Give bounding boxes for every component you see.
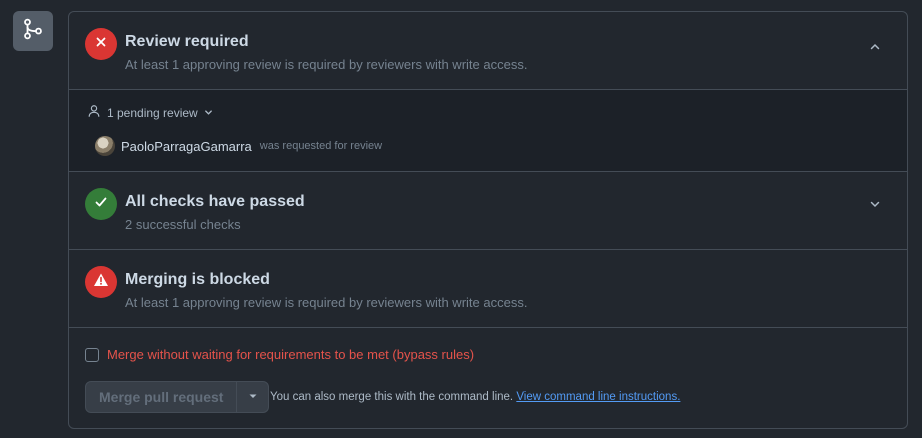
reviewer-note: was requested for review [259, 140, 383, 152]
merge-blocked-subtitle: At least 1 approving review is required … [125, 295, 528, 310]
checks-status-badge [85, 188, 117, 220]
checks-title: All checks have passed [125, 193, 305, 210]
command-line-text: You can also merge this with the command… [270, 391, 514, 403]
checks-subtitle: 2 successful checks [125, 217, 241, 232]
blocked-status-badge [85, 266, 117, 298]
triangle-down-icon [204, 106, 213, 120]
alert-icon [93, 272, 109, 293]
merge-box: Review required At least 1 approving rev… [68, 11, 908, 429]
pending-reviews-label: 1 pending review [107, 105, 198, 120]
git-branch-icon [22, 18, 44, 45]
review-required-section: Review required At least 1 approving rev… [69, 12, 907, 90]
command-line-instructions-link[interactable]: View command line instructions. [516, 391, 680, 403]
merge-options-dropdown[interactable] [237, 381, 270, 413]
reviewer-name[interactable]: PaoloParragaGamarra [121, 139, 252, 154]
pending-reviews-section: 1 pending review PaoloParragaGamarra was… [69, 90, 907, 172]
command-line-hint: You can also merge this with the command… [270, 391, 680, 403]
merge-controls-section: Merge without waiting for requirements t… [69, 328, 907, 428]
bypass-rules-checkbox[interactable] [85, 347, 99, 362]
review-status-badge [85, 28, 117, 60]
chevron-up-icon [869, 40, 881, 58]
check-icon [94, 195, 108, 214]
merge-pull-request-button[interactable]: Merge pull request [85, 381, 238, 413]
requested-reviewer: PaoloParragaGamarra was requested for re… [95, 136, 382, 156]
x-icon [95, 35, 107, 53]
chevron-down-icon [869, 197, 881, 215]
git-branch-badge [13, 11, 53, 51]
avatar[interactable] [95, 136, 115, 156]
merge-blocked-title: Merging is blocked [125, 271, 270, 288]
merge-blocked-section: Merging is blocked At least 1 approving … [69, 250, 907, 328]
triangle-down-icon [248, 388, 258, 406]
review-required-title: Review required [125, 33, 249, 50]
collapse-review-button[interactable] [865, 39, 885, 59]
checks-section: All checks have passed 2 successful chec… [69, 172, 907, 250]
bypass-rules-option[interactable]: Merge without waiting for requirements t… [85, 347, 474, 362]
person-icon [87, 104, 101, 121]
pending-reviews-toggle[interactable]: 1 pending review [87, 104, 213, 121]
bypass-rules-label[interactable]: Merge without waiting for requirements t… [107, 347, 474, 362]
expand-checks-button[interactable] [865, 196, 885, 216]
merge-button-group: Merge pull request [85, 381, 270, 413]
review-required-subtitle: At least 1 approving review is required … [125, 57, 528, 72]
